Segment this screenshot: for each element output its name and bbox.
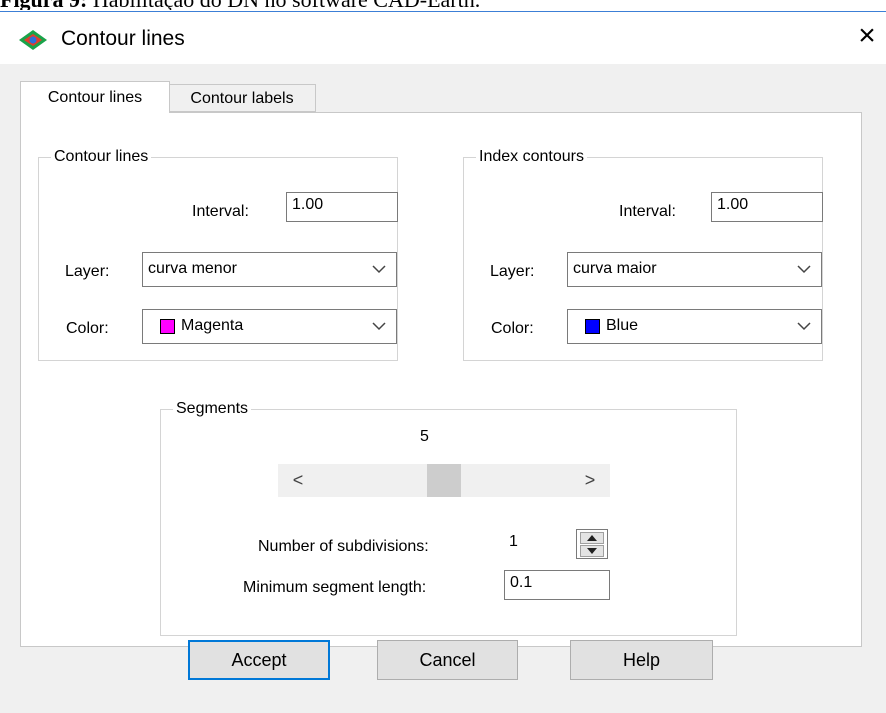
title-bar: Contour lines × [0,12,886,64]
layer-label: Layer: [65,263,110,280]
subdivisions-value: 1 [509,533,518,550]
interval-label: Interval: [192,203,249,220]
color-label: Color: [66,320,109,337]
min-length-label: Minimum segment length: [243,579,427,596]
color-select[interactable]: Magenta [142,309,397,344]
segments-group: Segments [160,400,737,636]
chevron-down-icon [372,265,386,274]
chevron-down-icon [372,322,386,331]
layer-value: curva maior [573,260,657,277]
interval-value: 1.00 [717,196,749,213]
subdivisions-spinner[interactable] [576,529,608,559]
group-title: Index contours [476,148,587,166]
help-label: Help [622,650,661,670]
segments-value: 5 [420,428,429,445]
color-swatch [585,319,600,334]
interval-label: Interval: [619,203,676,220]
subdivisions-input[interactable]: 1 [504,529,574,559]
layer-value: curva menor [148,260,237,277]
cancel-label: Cancel [419,650,476,670]
scroll-right-button[interactable]: > [570,464,610,497]
color-swatch [160,319,175,334]
caption-text: Habilitação do DN no software CAD-Earth. [87,0,480,10]
chevron-right-icon: > [584,470,596,490]
interval-input[interactable]: 1.00 [286,192,398,222]
chevron-down-icon [797,322,811,331]
dialog-body: Contour lines Contour labels Contour lin… [0,64,886,713]
figure-caption: Figura 9: Habilitação do DN no software … [0,0,886,10]
layer-label: Layer: [490,263,535,280]
layer-select[interactable]: curva menor [142,252,397,287]
help-button[interactable]: Help [570,640,713,680]
close-button[interactable]: × [852,19,882,52]
triangle-down-icon [587,548,597,554]
chevron-left-icon: < [292,470,304,490]
color-value: Blue [606,317,639,334]
interval-input[interactable]: 1.00 [711,192,823,222]
layer-select[interactable]: curva maior [567,252,822,287]
min-length-value: 0.1 [510,574,533,591]
spin-up-button[interactable] [580,532,604,544]
cancel-button[interactable]: Cancel [377,640,518,680]
tab-label: Contour lines [47,89,143,106]
subdivisions-label: Number of subdivisions: [258,538,429,555]
slider-thumb[interactable] [427,464,461,497]
color-value: Magenta [181,317,244,334]
color-label: Color: [491,320,534,337]
caption-prefix: Figura 9: [0,0,87,10]
spin-down-button[interactable] [580,545,604,557]
group-title: Contour lines [51,148,152,166]
accept-label: Accept [231,650,287,670]
close-icon: × [858,19,876,52]
accept-button[interactable]: Accept [188,640,330,680]
tab-contour-labels[interactable]: Contour labels [168,84,316,112]
segments-slider[interactable]: < > [278,464,610,497]
scroll-left-button[interactable]: < [278,464,318,497]
triangle-up-icon [587,535,597,541]
window-title: Contour lines [61,27,185,50]
tab-label: Contour labels [190,90,294,107]
tab-contour-lines[interactable]: Contour lines [20,81,170,113]
chevron-down-icon [797,265,811,274]
group-title: Segments [173,400,252,418]
min-length-input[interactable]: 0.1 [504,570,610,600]
diamond-logo-icon [19,30,47,50]
color-select[interactable]: Blue [567,309,822,344]
interval-value: 1.00 [292,196,324,213]
